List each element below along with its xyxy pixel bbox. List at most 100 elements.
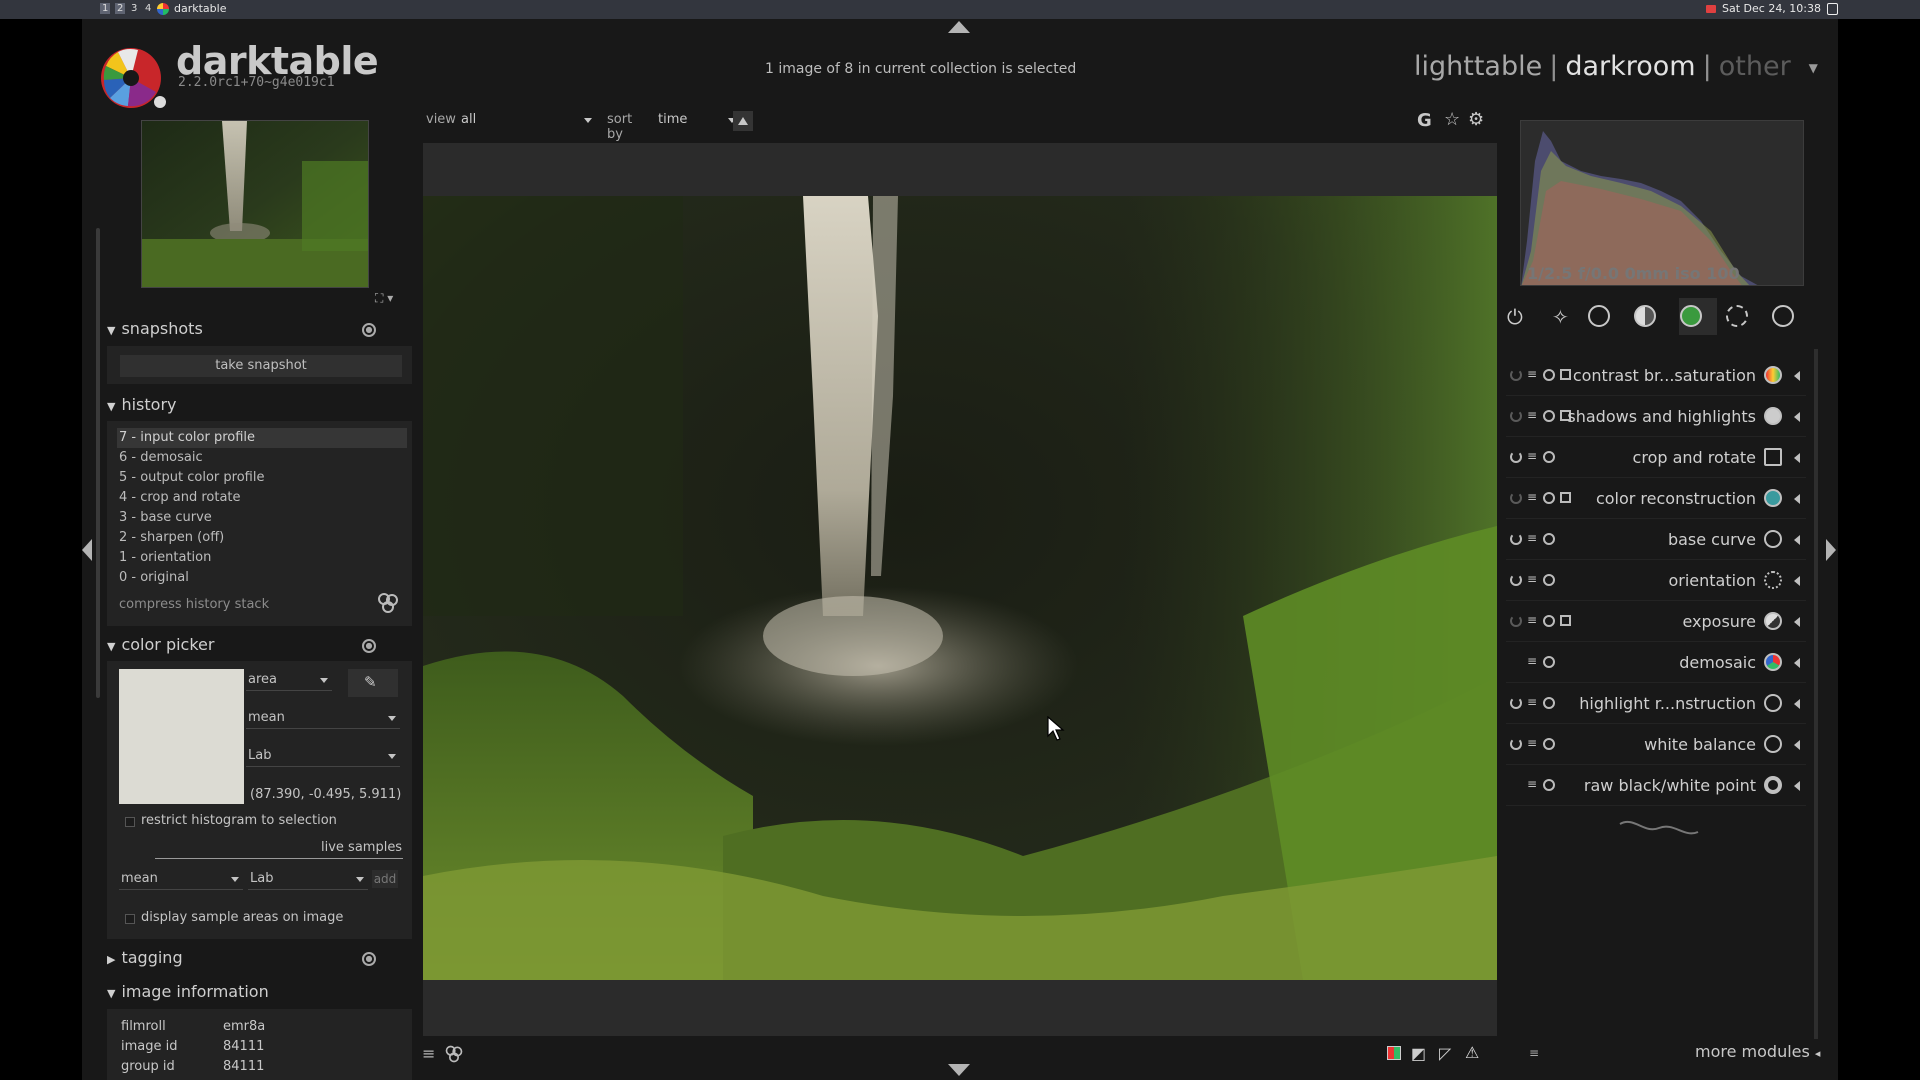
navigation-thumbnail[interactable] bbox=[141, 120, 369, 288]
gamut-check-icon[interactable] bbox=[1387, 1046, 1401, 1060]
picker-statistic-combo[interactable]: mean bbox=[246, 707, 400, 729]
power-icon[interactable] bbox=[1510, 738, 1522, 750]
history-item[interactable]: 2 - sharpen (off) bbox=[117, 528, 407, 548]
history-item[interactable]: 1 - orientation bbox=[117, 548, 407, 568]
sample-colorspace-combo[interactable]: Lab bbox=[248, 868, 368, 890]
power-icon[interactable] bbox=[1510, 574, 1522, 586]
right-panel-scrollbar[interactable] bbox=[1814, 349, 1818, 1039]
favorites-icon[interactable]: ✧ bbox=[1552, 305, 1569, 329]
basic-group-icon[interactable] bbox=[1588, 305, 1610, 327]
color-group-icon[interactable] bbox=[1680, 305, 1702, 327]
restrict-histogram-label[interactable]: restrict histogram to selection bbox=[141, 813, 337, 828]
module-contrast-brightness-saturation[interactable]: ≡ contrast br...saturation bbox=[1506, 356, 1806, 396]
presets-menu-icon[interactable]: ≡ bbox=[1527, 736, 1537, 750]
presets-menu-icon[interactable]: ≡ bbox=[1527, 572, 1537, 586]
module-white-balance[interactable]: ≡ white balance bbox=[1506, 725, 1806, 765]
multi-instance-icon[interactable] bbox=[1560, 369, 1571, 380]
workspace-2[interactable]: 2 bbox=[115, 3, 126, 14]
module-orientation[interactable]: ≡ orientation bbox=[1506, 561, 1806, 601]
reset-icon[interactable] bbox=[1543, 533, 1555, 545]
fullscreen-icon[interactable]: ⛶ bbox=[375, 291, 383, 305]
workspace-3[interactable]: 3 bbox=[131, 3, 137, 14]
create-style-icon[interactable] bbox=[376, 591, 400, 615]
presets-menu-icon[interactable]: ≡ bbox=[1527, 777, 1537, 791]
active-modules-power-icon[interactable]: ⏻ bbox=[1507, 305, 1523, 329]
collapse-left-panel-arrow[interactable] bbox=[82, 539, 92, 561]
expand-arrow-icon[interactable] bbox=[1794, 576, 1800, 586]
histogram[interactable]: 1/2.5 f/0.0 0mm iso 100 bbox=[1520, 120, 1804, 286]
presets-menu-icon[interactable]: ≡ bbox=[1527, 613, 1537, 627]
compress-history-button[interactable]: compress history stack bbox=[119, 597, 269, 612]
sort-order-button[interactable] bbox=[733, 111, 753, 131]
power-icon[interactable] bbox=[1510, 615, 1522, 627]
power-icon[interactable] bbox=[1510, 451, 1522, 463]
effect-group-icon[interactable] bbox=[1772, 305, 1794, 327]
quick-access-presets-icon[interactable]: ≡ bbox=[422, 1044, 435, 1063]
module-crop-and-rotate[interactable]: ≡ crop and rotate bbox=[1506, 438, 1806, 478]
collapse-right-panel-arrow[interactable] bbox=[1826, 539, 1836, 561]
view-other[interactable]: other bbox=[1719, 51, 1791, 82]
softproof-icon[interactable]: ◩ bbox=[1411, 1044, 1426, 1063]
restrict-histogram-checkbox[interactable] bbox=[125, 817, 135, 827]
power-icon[interactable] bbox=[1510, 369, 1522, 381]
raw-overexposed-icon[interactable]: ◸ bbox=[1439, 1044, 1451, 1063]
multi-instance-icon[interactable] bbox=[1560, 615, 1571, 626]
module-raw-black-white-point[interactable]: ≡ raw black/white point bbox=[1506, 766, 1806, 806]
presets-menu-icon[interactable]: ≡ bbox=[1527, 367, 1537, 381]
picker-toggle-button[interactable]: ✎ bbox=[348, 669, 398, 697]
tagging-module-header[interactable]: ▶ tagging ● bbox=[107, 948, 412, 974]
star-overlays-icon[interactable]: ☆ bbox=[1444, 109, 1460, 130]
module-color-reconstruction[interactable]: ≡ color reconstruction bbox=[1506, 479, 1806, 519]
reset-icon[interactable] bbox=[1543, 492, 1555, 504]
module-base-curve[interactable]: ≡ base curve bbox=[1506, 520, 1806, 560]
reset-icon[interactable] bbox=[1543, 779, 1555, 791]
tone-group-icon[interactable] bbox=[1634, 305, 1656, 327]
presets-menu-icon[interactable]: ≡ bbox=[1527, 408, 1537, 422]
history-module-header[interactable]: ▼ history bbox=[107, 395, 412, 421]
module-demosaic[interactable]: ≡ demosaic bbox=[1506, 643, 1806, 683]
expand-arrow-icon[interactable] bbox=[1794, 699, 1800, 709]
display-samples-label[interactable]: display sample areas on image bbox=[141, 910, 343, 925]
presets-menu-icon[interactable]: ≡ bbox=[1527, 531, 1537, 545]
power-icon[interactable] bbox=[1510, 492, 1522, 504]
notification-icon[interactable] bbox=[1827, 3, 1838, 15]
collapse-top-panel-arrow[interactable] bbox=[948, 21, 970, 33]
reset-icon[interactable]: ● bbox=[362, 323, 376, 337]
multi-instance-icon[interactable] bbox=[1560, 492, 1571, 503]
collapse-bottom-panel-arrow[interactable] bbox=[948, 1064, 970, 1076]
warning-icon[interactable]: ⚠ bbox=[1465, 1043, 1479, 1062]
history-item[interactable]: 3 - base curve bbox=[117, 508, 407, 528]
reset-icon[interactable] bbox=[1543, 451, 1555, 463]
expand-arrow-icon[interactable] bbox=[1794, 781, 1800, 791]
view-filter-combo[interactable]: all bbox=[461, 112, 592, 127]
add-sample-button[interactable]: add bbox=[372, 870, 398, 888]
color-picker-module-header[interactable]: ▼ color picker ● bbox=[107, 635, 412, 661]
module-highlight-reconstruction[interactable]: ≡ highlight r...nstruction bbox=[1506, 684, 1806, 724]
main-image[interactable] bbox=[423, 196, 1497, 980]
expand-arrow-icon[interactable] bbox=[1794, 371, 1800, 381]
picker-colorspace-combo[interactable]: Lab bbox=[246, 745, 400, 767]
preferences-gear-icon[interactable]: ⚙ bbox=[1468, 109, 1484, 130]
reset-icon[interactable] bbox=[1543, 697, 1555, 709]
display-samples-checkbox[interactable] bbox=[125, 914, 135, 924]
expand-arrow-icon[interactable] bbox=[1794, 658, 1800, 668]
expand-arrow-icon[interactable] bbox=[1794, 617, 1800, 627]
history-item[interactable]: 5 - output color profile bbox=[117, 468, 407, 488]
reset-icon[interactable]: ● bbox=[362, 639, 376, 653]
reset-icon[interactable] bbox=[1543, 369, 1555, 381]
reset-icon[interactable] bbox=[1543, 410, 1555, 422]
history-item[interactable]: 4 - crop and rotate bbox=[117, 488, 407, 508]
module-shadows-and-highlights[interactable]: ≡ shadows and highlights bbox=[1506, 397, 1806, 437]
grouping-button[interactable]: G bbox=[1417, 110, 1432, 131]
power-icon[interactable] bbox=[1510, 533, 1522, 545]
reset-icon[interactable] bbox=[1543, 656, 1555, 668]
expand-arrow-icon[interactable] bbox=[1794, 453, 1800, 463]
presets-menu-icon[interactable]: ≡ bbox=[1527, 490, 1537, 504]
left-panel-scrollbar[interactable] bbox=[96, 228, 100, 698]
zoom-dropdown-icon[interactable]: ▾ bbox=[387, 291, 393, 305]
view-lighttable[interactable]: lighttable bbox=[1414, 51, 1542, 82]
take-snapshot-button[interactable]: take snapshot bbox=[120, 355, 402, 377]
expand-arrow-icon[interactable] bbox=[1794, 412, 1800, 422]
sample-statistic-combo[interactable]: mean bbox=[119, 868, 243, 890]
view-darkroom[interactable]: darkroom bbox=[1565, 51, 1695, 82]
